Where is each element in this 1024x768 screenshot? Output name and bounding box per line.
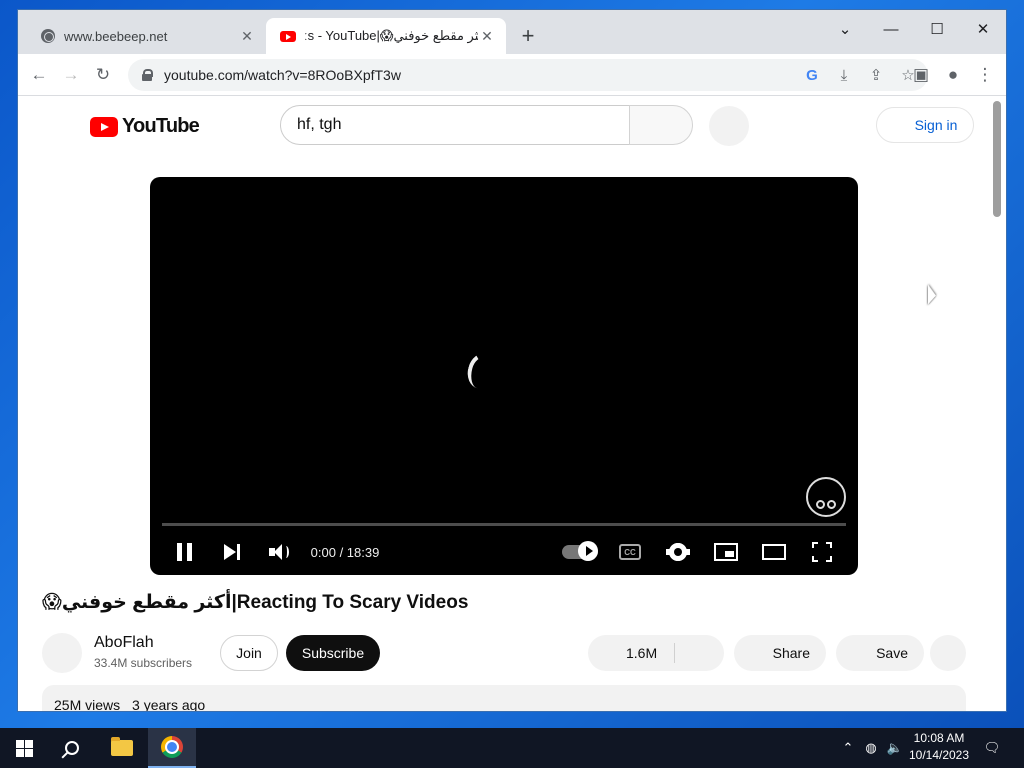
network-icon[interactable]: ◍ (860, 728, 882, 768)
progress-bar[interactable] (162, 523, 846, 526)
start-button[interactable] (0, 728, 48, 768)
notifications-icon[interactable]: 🗨 (980, 728, 1004, 768)
youtube-play-icon (90, 116, 118, 137)
like-button[interactable]: 1.6M (588, 635, 724, 671)
join-button[interactable]: Join (220, 635, 278, 671)
mouse-cursor-icon (928, 281, 936, 305)
browser-toolbar: ← → ↻ youtube.com/watch?v=8ROoBXpfT3w G … (18, 54, 1006, 96)
windows-logo-icon (15, 739, 33, 757)
sign-in-button[interactable]: Sign in (876, 107, 974, 143)
view-count: 25M views (54, 697, 121, 712)
page-scrollbar[interactable] (988, 97, 1006, 711)
channel-watermark-icon[interactable] (806, 477, 846, 517)
player-controls: 0:00 / 18:39 CC (150, 533, 858, 571)
autoplay-toggle[interactable] (562, 533, 598, 571)
forward-arrow-icon[interactable]: → (58, 62, 84, 88)
new-tab-button[interactable]: + (516, 23, 540, 48)
lock-icon[interactable] (142, 69, 153, 81)
file-explorer-button[interactable] (98, 728, 146, 768)
install-app-icon[interactable]: ⤓ (832, 63, 856, 87)
clock-time: 10:08 AM (913, 731, 965, 745)
volume-icon (269, 544, 289, 560)
profile-avatar-icon[interactable]: ● (940, 62, 966, 88)
back-arrow-icon[interactable]: ← (26, 62, 52, 88)
captions-icon: CC (619, 544, 641, 560)
subscriber-count: 33.4M subscribers (94, 656, 193, 670)
time-display: 0:00 / 18:39 (310, 544, 380, 560)
tab-title: www.beebeep.net (64, 28, 168, 44)
taskbar-search-button[interactable] (48, 728, 96, 768)
youtube-wordmark: YouTube (122, 115, 200, 137)
fullscreen-button[interactable] (810, 533, 834, 571)
youtube-favicon-icon (280, 28, 296, 44)
video-title: 😱أكثر مقطع خوفني|Reacting To Scary Video… (42, 592, 469, 613)
address-bar[interactable]: youtube.com/watch?v=8ROoBXpfT3w G ⤓ ⇪ ☆ (128, 59, 928, 91)
side-panel-icon[interactable]: ▣ (908, 62, 934, 88)
close-window-button[interactable]: ✕ (960, 14, 1006, 44)
channel-avatar[interactable] (42, 633, 82, 673)
loading-spinner-icon (463, 349, 501, 393)
browser-window: www.beebeep.net ✕ ːs - YouTube|😱أكثر مقط… (17, 9, 1007, 712)
youtube-page: YouTube hf, tgh Sign in 0:00 / 18:39 CC … (18, 97, 990, 712)
taskbar: ⌃ ◍ 🔈 10:08 AM 10/14/2023 🗨 (0, 728, 1024, 768)
tab-strip: www.beebeep.net ✕ ːs - YouTube|😱أكثر مقط… (18, 10, 1006, 54)
google-translate-icon[interactable]: G (800, 63, 824, 87)
captions-button[interactable]: CC (618, 533, 642, 571)
tab-search-chevron-icon[interactable]: ⌄ (822, 14, 868, 44)
volume-button[interactable] (266, 533, 292, 571)
tab-close-icon[interactable]: ✕ (238, 27, 256, 45)
more-actions-button[interactable] (930, 635, 966, 671)
minimize-button[interactable]: — (868, 14, 914, 44)
next-icon (224, 544, 240, 560)
settings-button[interactable] (666, 533, 690, 571)
video-player[interactable]: 0:00 / 18:39 CC (150, 177, 858, 575)
show-hidden-icons-chevron-icon[interactable]: ⌃ (838, 728, 858, 768)
fullscreen-icon (812, 542, 832, 562)
channel-name[interactable]: AboFlah (94, 634, 154, 652)
pause-icon (176, 543, 192, 561)
search-input[interactable]: hf, tgh (280, 105, 630, 145)
chrome-taskbar-button[interactable] (148, 728, 196, 768)
subscribe-button[interactable]: Subscribe (286, 635, 380, 671)
theater-mode-button[interactable] (760, 533, 788, 571)
menu-kebab-icon[interactable]: ⋮ (972, 62, 998, 88)
voice-search-button[interactable] (709, 106, 749, 146)
gear-icon (666, 543, 690, 561)
like-dislike-divider (674, 643, 675, 663)
tab-close-icon[interactable]: ✕ (478, 27, 496, 45)
youtube-logo[interactable]: YouTube (90, 115, 200, 138)
description-box[interactable]: 25M views 3 years ago (42, 685, 966, 712)
scrollbar-thumb[interactable] (993, 101, 1001, 217)
miniplayer-button[interactable] (712, 533, 740, 571)
next-button[interactable] (220, 533, 244, 571)
search-button[interactable] (629, 105, 693, 145)
upload-age: 3 years ago (132, 697, 206, 712)
miniplayer-icon (714, 543, 738, 561)
folder-icon (111, 737, 133, 756)
tab-beebeep[interactable]: www.beebeep.net ✕ (26, 18, 266, 54)
globe-icon (40, 28, 56, 44)
save-button[interactable]: Save (836, 635, 924, 671)
theater-icon (762, 544, 786, 560)
autoplay-icon (562, 541, 598, 561)
pause-button[interactable] (172, 533, 196, 571)
share-button[interactable]: Share (734, 635, 826, 671)
maximize-button[interactable]: ☐ (914, 14, 960, 44)
search-icon (65, 741, 79, 755)
clock-date: 10/14/2023 (908, 748, 970, 762)
reload-icon[interactable]: ↻ (90, 62, 116, 88)
like-count: 1.6M (626, 645, 658, 661)
tab-youtube[interactable]: ːs - YouTube|😱أكثر مقطع خوفني ✕ (266, 18, 506, 54)
tab-title: ːs - YouTube|😱أكثر مقطع خوفني (304, 28, 478, 43)
url-text[interactable]: youtube.com/watch?v=8ROoBXpfT3w (164, 67, 800, 83)
chrome-icon (161, 736, 183, 758)
share-icon[interactable]: ⇪ (864, 63, 888, 87)
system-clock[interactable]: 10:08 AM 10/14/2023 (900, 730, 978, 764)
